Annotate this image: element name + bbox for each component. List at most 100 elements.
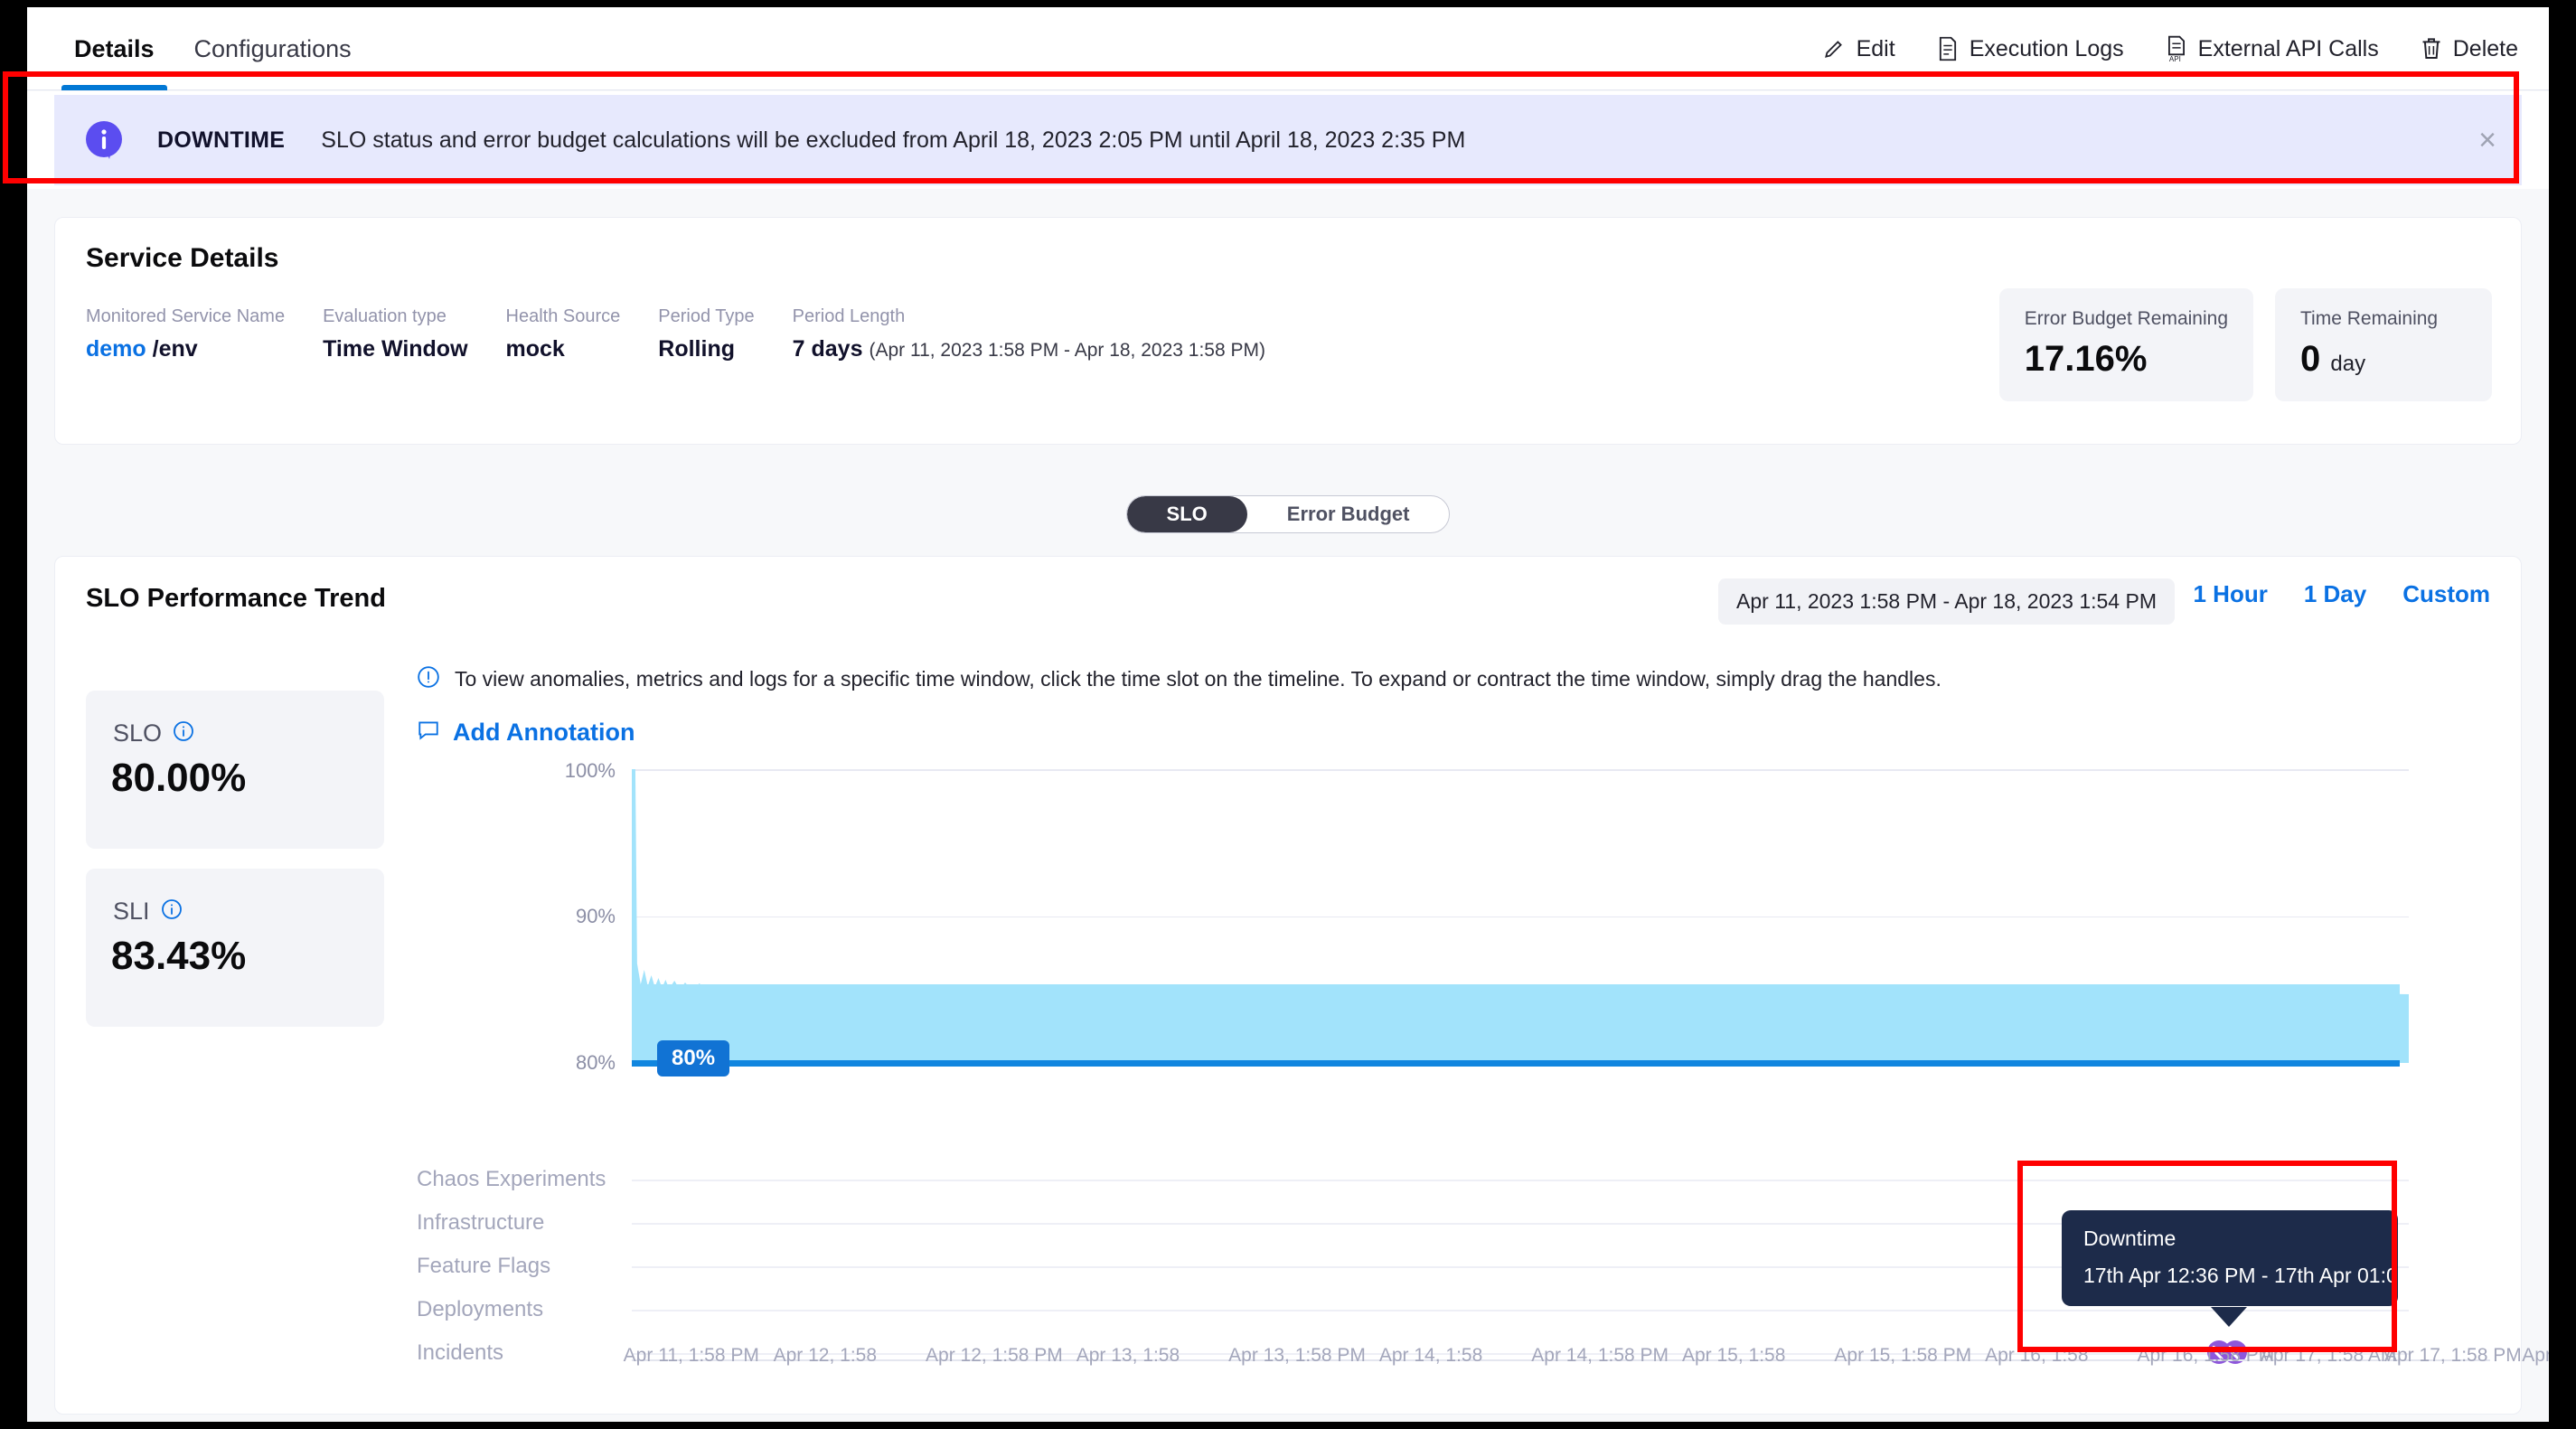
mini-card-title: SLI [113, 898, 150, 926]
kpi-time-remaining: Time Remaining 0 day [2275, 288, 2492, 401]
y-tick-80: 80% [576, 1051, 616, 1075]
lane-chaos-experiments[interactable]: Chaos Experiments [417, 1158, 2409, 1201]
x-tick-10: Apr 16, 1:58 PM [2138, 1345, 2275, 1367]
field-label: Period Type [658, 306, 754, 327]
field-period-type: Period Type Rolling [658, 306, 754, 362]
x-tick-3: Apr 13, 1:58 [1076, 1345, 1180, 1367]
lane-label: Chaos Experiments [417, 1167, 606, 1192]
app-root: Details Configurations Edit Execution L [27, 7, 2549, 1422]
lane-label: Infrastructure [417, 1210, 544, 1236]
field-value: Time Window [323, 336, 467, 362]
field-monitored-service-name: Monitored Service Name demo /env [86, 306, 285, 362]
field-evaluation-type: Evaluation type Time Window [323, 306, 467, 362]
add-annotation-label: Add Annotation [453, 719, 635, 747]
x-tick-5: Apr 14, 1:58 [1379, 1345, 1482, 1367]
tab-list: Details Configurations [54, 7, 371, 90]
chart-plot-area[interactable]: 80% [632, 769, 2409, 1149]
mini-card-title: SLO [113, 719, 162, 747]
tab-details-label: Details [74, 35, 155, 63]
slo-performance-trend-card: SLO Performance Trend Apr 11, 2023 1:58 … [54, 556, 2522, 1415]
lane-label: Deployments [417, 1297, 543, 1322]
kpi-number: 17.16% [2025, 339, 2148, 379]
range-preset-links: 1 Hour 1 Day Custom [2193, 580, 2490, 608]
chart-x-axis: Apr 11, 1:58 PM Apr 12, 1:58 Apr 12, 1:5… [632, 1345, 2490, 1374]
timeline-hint: To view anomalies, metrics and logs for … [417, 665, 1941, 693]
pencil-icon [1822, 37, 1846, 61]
x-tick-13: Apr 18, 1:58 [2522, 1345, 2549, 1367]
x-tick-0: Apr 11, 1:58 PM [624, 1345, 759, 1367]
trash-icon [2421, 37, 2442, 61]
document-icon [1937, 36, 1959, 61]
service-details-card: Service Details Monitored Service Name d… [54, 217, 2522, 445]
service-details-fields: Monitored Service Name demo /env Evaluat… [86, 306, 1303, 362]
downtime-banner-label: DOWNTIME [157, 127, 285, 154]
kpi-number: 0 [2300, 339, 2320, 379]
date-range-chip[interactable]: Apr 11, 2023 1:58 PM - Apr 18, 2023 1:54… [1718, 578, 2175, 625]
downtime-tooltip: Downtime 17th Apr 12:36 PM - 17th Apr 01… [2062, 1210, 2398, 1306]
kpi-label: Error Budget Remaining [2025, 308, 2228, 330]
delete-label: Delete [2453, 36, 2518, 62]
tab-details[interactable]: Details [54, 7, 174, 90]
slo-target-line [632, 1060, 2400, 1067]
range-1-hour[interactable]: 1 Hour [2193, 580, 2267, 608]
top-tab-bar: Details Configurations Edit Execution L [27, 7, 2549, 90]
lane-timeline[interactable]: TIMELINE [417, 1407, 2409, 1422]
slo-errorbudget-toggle: SLO Error Budget [1126, 495, 1451, 533]
chart-y-axis: 100% 90% 80% [561, 769, 616, 1149]
add-annotation-button[interactable]: Add Annotation [417, 718, 635, 747]
tab-configurations[interactable]: Configurations [174, 7, 371, 90]
lane-label: Feature Flags [417, 1254, 550, 1279]
chart-series-path [632, 769, 2409, 1067]
close-icon[interactable]: × [2478, 125, 2496, 155]
mini-card-value: 83.43% [111, 934, 246, 979]
field-label: Monitored Service Name [86, 306, 285, 327]
mini-card-header: SLO [113, 719, 194, 747]
downtime-tooltip-title: Downtime [2083, 1227, 2376, 1251]
external-api-calls-button[interactable]: API External API Calls [2166, 35, 2379, 62]
info-circle-icon[interactable] [173, 720, 194, 747]
x-tick-12: Apr 17, 1:58 PM [2384, 1345, 2522, 1367]
edit-label: Edit [1857, 36, 1895, 62]
field-label: Period Length [793, 306, 1265, 327]
kpi-group: Error Budget Remaining 17.16% Time Remai… [1999, 288, 2492, 401]
mini-card-header: SLI [113, 898, 183, 926]
lane-track [632, 1310, 2409, 1311]
api-document-icon: API [2166, 35, 2187, 62]
x-tick-11: Apr 17, 1:58 AM [2261, 1345, 2397, 1367]
toggle-option-error-budget[interactable]: Error Budget [1247, 496, 1450, 532]
kpi-unit: day [2330, 352, 2365, 376]
lane-track [632, 1180, 2409, 1181]
execution-logs-label: Execution Logs [1970, 36, 2124, 62]
view-toggle-region: SLO Error Budget [27, 495, 2549, 533]
edit-button[interactable]: Edit [1822, 36, 1895, 62]
field-value: demo /env [86, 336, 285, 362]
field-label: Evaluation type [323, 306, 467, 327]
y-tick-100: 100% [565, 759, 616, 783]
toggle-option-slo[interactable]: SLO [1127, 496, 1247, 532]
x-tick-7: Apr 15, 1:58 [1682, 1345, 1785, 1367]
x-tick-6: Apr 14, 1:58 PM [1531, 1345, 1669, 1367]
range-custom[interactable]: Custom [2402, 580, 2490, 608]
field-value: mock [506, 336, 621, 362]
downtime-banner-region: DOWNTIME SLO status and error budget cal… [27, 91, 2549, 189]
x-tick-8: Apr 15, 1:58 PM [1834, 1345, 1971, 1367]
tab-configurations-label: Configurations [194, 35, 352, 63]
monitored-service-env: /env [146, 336, 198, 362]
downtime-tooltip-arrow [2211, 1307, 2247, 1327]
field-period-length: Period Length 7 days (Apr 11, 2023 1:58 … [793, 306, 1265, 362]
range-1-day[interactable]: 1 Day [2304, 580, 2366, 608]
info-bubble-icon [83, 119, 125, 161]
svg-text:API: API [2169, 55, 2181, 62]
field-label: Health Source [506, 306, 621, 327]
comment-icon [417, 718, 440, 747]
slo-trend-chart: 100% 90% 80% 80% Chaos Expe [417, 769, 2490, 1405]
delete-button[interactable]: Delete [2421, 36, 2518, 62]
x-tick-2: Apr 12, 1:58 PM [926, 1345, 1063, 1367]
downtime-banner: DOWNTIME SLO status and error budget cal… [54, 95, 2522, 185]
monitored-service-link[interactable]: demo [86, 336, 146, 362]
timeline-hint-text: To view anomalies, metrics and logs for … [455, 667, 1941, 691]
execution-logs-button[interactable]: Execution Logs [1937, 36, 2124, 62]
info-circle-icon[interactable] [161, 898, 183, 925]
kpi-value: 17.16% [2025, 339, 2228, 380]
service-details-title: Service Details [86, 243, 278, 274]
